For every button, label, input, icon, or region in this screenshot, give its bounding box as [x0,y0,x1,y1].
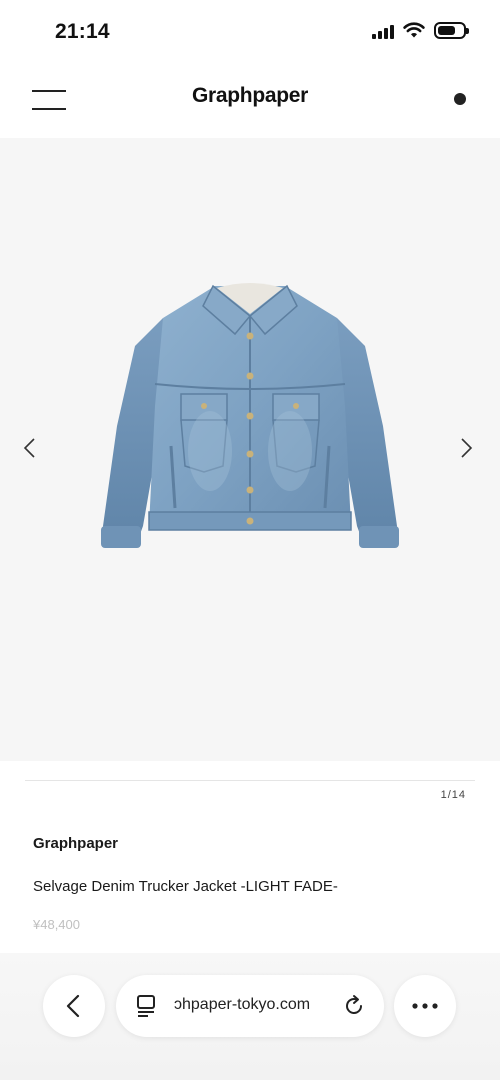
reload-icon[interactable] [342,994,366,1018]
battery-icon [434,22,469,39]
status-time: 21:14 [55,20,110,43]
denim-jacket-image [101,283,399,548]
site-logo[interactable]: Graphpaper [0,84,500,108]
product-brand: Graphpaper [33,835,119,852]
address-bar[interactable]: ɔhpaper-tokyo.com [116,975,384,1037]
wifi-icon [403,22,425,38]
product-price: ¥48,400 [33,917,80,932]
more-button[interactable] [394,975,456,1037]
back-chevron-icon [66,994,80,1018]
url-text: ɔhpaper-tokyo.com [174,996,311,1013]
back-button[interactable] [43,975,105,1037]
chevron-left-icon[interactable] [18,436,42,460]
cellular-signal-icon [372,23,394,39]
status-icons [372,22,469,39]
image-counter: 1/14 [440,789,466,801]
chevron-right-icon[interactable] [454,436,478,460]
product-name: Selvage Denim Trucker Jacket -LIGHT FADE… [33,878,338,895]
browser-toolbar: ɔhpaper-tokyo.com [0,953,500,1080]
cart-dot-icon[interactable] [454,93,466,105]
more-dots-icon [412,1003,438,1009]
status-bar: 21:14 [0,0,500,62]
page-menu-icon[interactable] [136,994,158,1018]
gallery-divider [25,780,475,781]
product-gallery[interactable] [0,138,500,761]
site-header: Graphpaper [0,62,500,138]
